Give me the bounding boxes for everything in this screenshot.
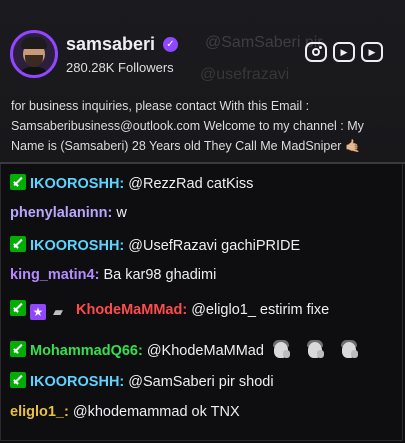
chat-message: IKOOROSHH: @RezzRad catKiss xyxy=(10,174,253,192)
channel-card: @SamSaberi pir @usefrazavi samsaberi ✓ 2… xyxy=(0,0,405,164)
channel-bio: for business inquiries, please contact W… xyxy=(11,99,364,153)
chat-message-text: @SamSaberi pir shodi xyxy=(124,374,274,390)
social-links: ▶ ▶ xyxy=(305,42,383,62)
chat-message-text: @RezzRad catKiss xyxy=(124,176,254,192)
chat-emote-icon[interactable] xyxy=(270,340,292,360)
moderator-badge-icon[interactable] xyxy=(10,300,26,316)
chat-username[interactable]: IKOOROSHH: xyxy=(30,238,124,254)
youtube-icon[interactable]: ▶ xyxy=(333,42,355,62)
chat-message: king_matin4: Ba kar98 ghadimi xyxy=(10,267,216,283)
moderator-badge-icon[interactable] xyxy=(10,174,26,190)
moderator-badge-icon[interactable] xyxy=(10,372,26,388)
verified-icon: ✓ xyxy=(163,37,178,52)
bits-badge-icon[interactable]: ▰ xyxy=(50,304,66,320)
channel-name[interactable]: samsaberi xyxy=(66,34,155,55)
chat-message: IKOOROSHH: @UsefRazavi gachiPRIDE xyxy=(10,236,300,254)
chat-message-text: @khodemammad ok TNX xyxy=(68,404,240,420)
chat-message-text: @eliglo1_ estirim fixe xyxy=(187,302,330,318)
chat-message: phenylalaninn: w xyxy=(10,205,127,221)
chat-username[interactable]: KhodeMaMMad: xyxy=(76,302,187,318)
follower-count: 280.28K Followers xyxy=(66,60,174,75)
chat-message: MohammadQ66: @KhodeMaMMad xyxy=(10,340,366,360)
avatar[interactable] xyxy=(10,30,58,78)
chat-message: IKOOROSHH: @SamSaberi pir shodi xyxy=(10,372,274,390)
chat-emote-icon[interactable] xyxy=(338,340,360,360)
chat-username[interactable]: king_matin4: xyxy=(10,267,99,283)
chat-username[interactable]: phenylalaninn: xyxy=(10,205,112,221)
chat-message: eliglo1_: @khodemammad ok TNX xyxy=(10,404,240,420)
chat-message-text: w xyxy=(112,205,127,221)
chat-username[interactable]: IKOOROSHH: xyxy=(30,176,124,192)
moderator-badge-icon[interactable] xyxy=(10,236,26,252)
star-badge-icon[interactable]: ★ xyxy=(30,304,46,320)
chat-message-text: @UsefRazavi gachiPRIDE xyxy=(124,238,301,254)
chat-username[interactable]: MohammadQ66: xyxy=(30,343,143,359)
chat-emote-icon[interactable] xyxy=(304,340,326,360)
chat-username[interactable]: eliglo1_: xyxy=(10,404,69,420)
moderator-badge-icon[interactable] xyxy=(10,341,26,357)
background-chat-ghost-2: @usefrazavi xyxy=(200,66,290,83)
instagram-icon[interactable] xyxy=(305,42,327,62)
chat-message-text: @KhodeMaMMad xyxy=(142,343,264,359)
chat-message-text: Ba kar98 ghadimi xyxy=(99,267,217,283)
chat-username[interactable]: IKOOROSHH: xyxy=(30,374,124,390)
youtube-icon[interactable]: ▶ xyxy=(361,42,383,62)
chat-message: ★ ▰ KhodeMaMMad: @eliglo1_ estirim fixe xyxy=(10,300,329,320)
